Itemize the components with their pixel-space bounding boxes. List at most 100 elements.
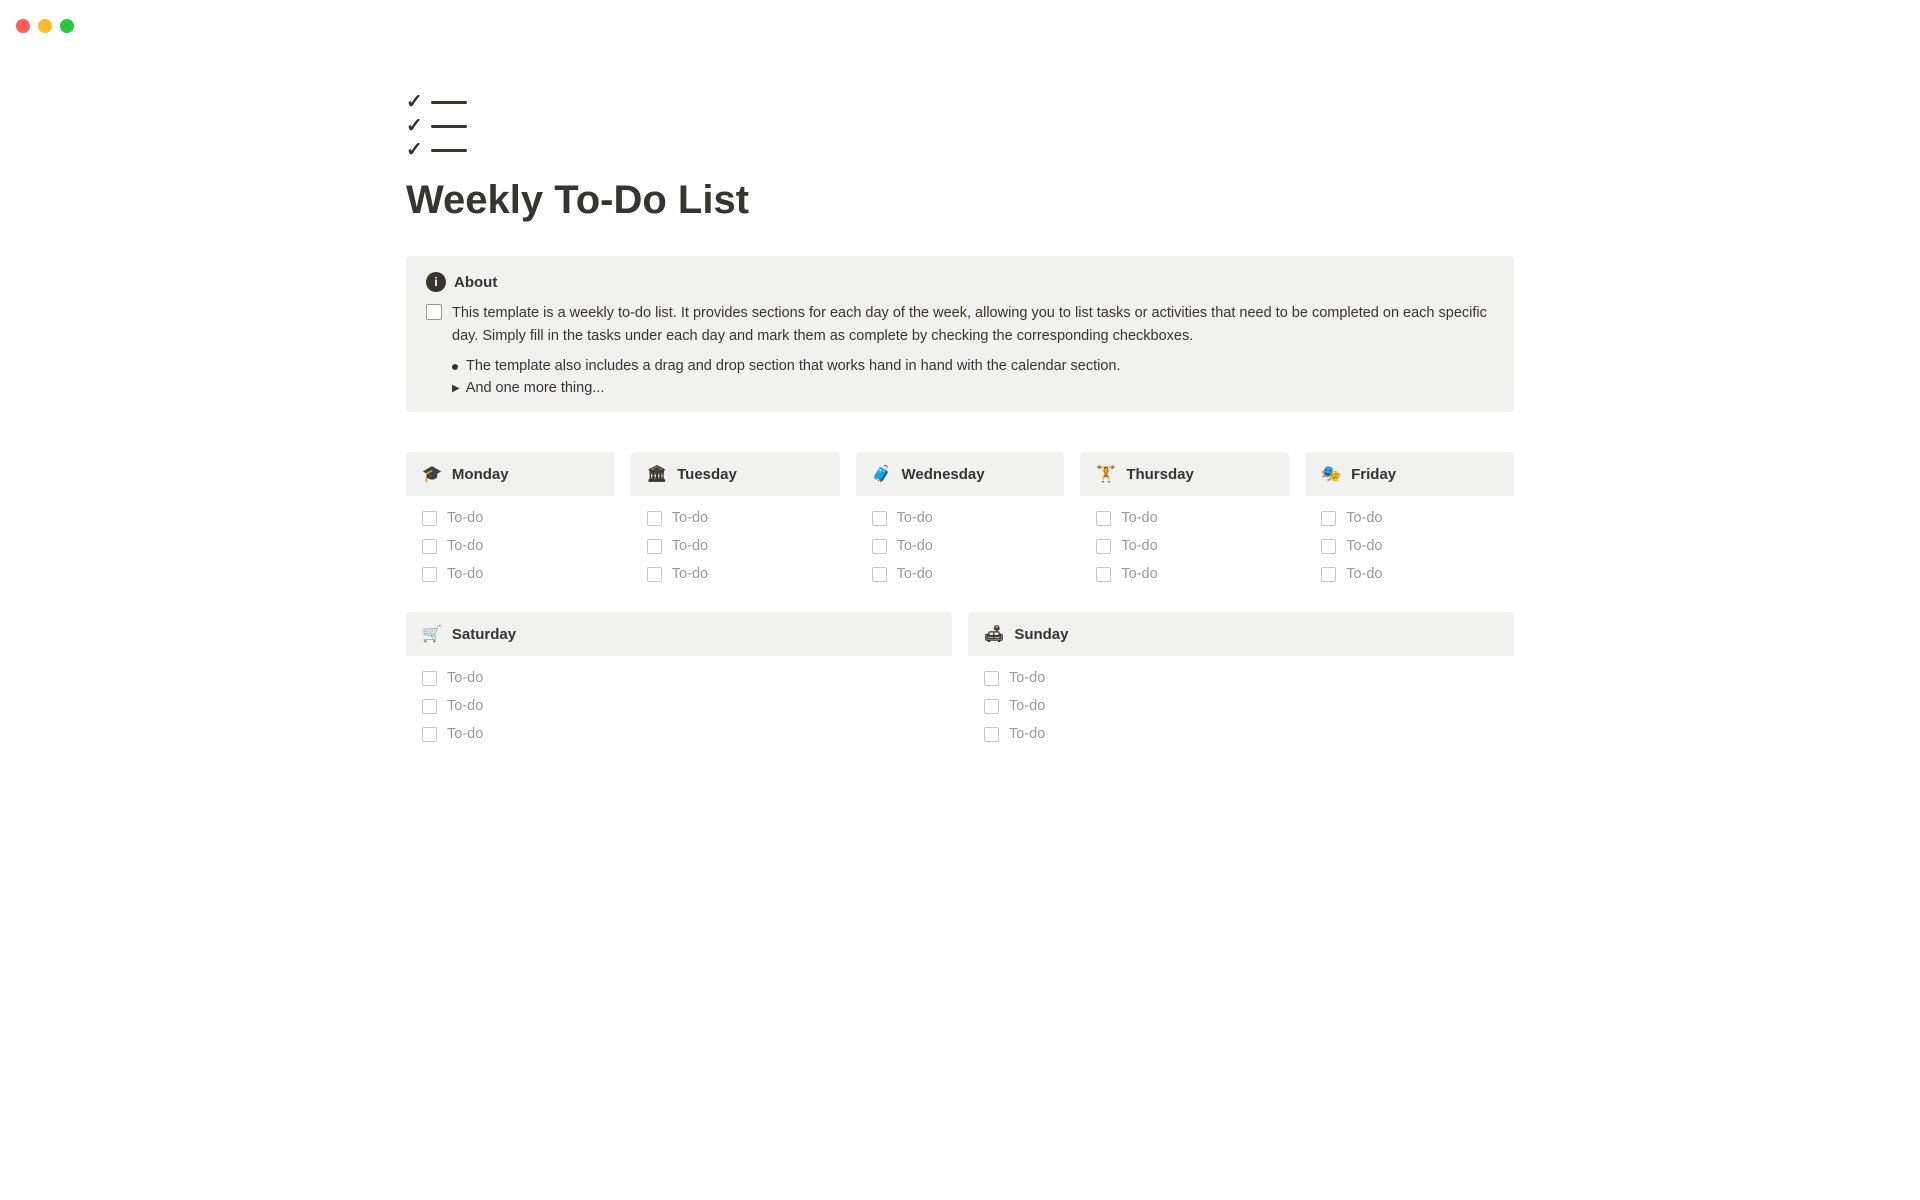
task-checkbox[interactable] [422,671,437,686]
task-label: To-do [672,566,708,582]
day-icon-wednesday: 🧳 [872,464,892,484]
days-grid-bottom: 🛒SaturdayTo-doTo-doTo-do🛋SundayTo-doTo-d… [406,612,1514,756]
task-checkbox[interactable] [1096,539,1111,554]
task-checkbox[interactable] [1321,539,1336,554]
task-checkbox[interactable] [984,671,999,686]
about-callout: i About This template is a weekly to-do … [406,256,1514,412]
task-row: To-do [406,560,615,588]
checkmark-3: ✓ [406,140,423,160]
day-card-thursday: 🏋ThursdayTo-doTo-doTo-do [1080,452,1289,596]
checkmark-1: ✓ [406,92,423,112]
day-icon-saturday: 🛒 [422,624,442,644]
about-checkbox[interactable] [426,304,442,320]
task-row: To-do [1080,504,1289,532]
info-icon: i [426,272,446,292]
task-label: To-do [1121,538,1157,554]
day-icon-friday: 🎭 [1321,464,1341,484]
task-checkbox[interactable] [422,511,437,526]
task-label: To-do [447,726,483,742]
page-icon: ✓ ✓ ✓ [406,92,1514,160]
day-icon-sunday: 🛋 [984,624,1004,644]
traffic-light-maximize[interactable] [60,19,74,33]
task-row: To-do [631,560,840,588]
page: ✓ ✓ ✓ Weekly To-Do List i About This tem… [310,52,1610,836]
titlebar [0,0,1920,52]
task-row: To-do [406,692,952,720]
page-title: Weekly To-Do List [406,176,1514,224]
task-row: To-do [406,664,952,692]
task-checkbox[interactable] [1321,567,1336,582]
task-checkbox[interactable] [422,727,437,742]
about-bullet-text: The template also includes a drag and dr… [466,358,1121,374]
task-row: To-do [1305,532,1514,560]
day-header-monday: 🎓Monday [406,452,615,496]
day-card-monday: 🎓Monday To-do To-do To-do [406,452,615,596]
task-checkbox[interactable] [1096,511,1111,526]
task-checkbox[interactable] [647,567,662,582]
day-tasks-wednesday: To-do To-do To-do [856,496,1065,596]
task-checkbox[interactable] [422,567,437,582]
task-row: To-do [856,560,1065,588]
task-label: To-do [672,510,708,526]
task-label: To-do [1346,538,1382,554]
day-tasks-saturday: To-doTo-doTo-do [406,656,952,756]
task-label: To-do [447,510,483,526]
day-icon-thursday: 🏋 [1096,464,1116,484]
day-header-friday: 🎭 Friday [1305,452,1514,496]
day-name-friday: Friday [1351,466,1396,483]
about-toggle[interactable]: ▶ And one more thing... [426,380,1494,396]
task-label: To-do [447,538,483,554]
task-checkbox[interactable] [984,727,999,742]
task-label: To-do [897,538,933,554]
day-tasks-sunday: To-do To-do To-do [968,656,1514,756]
task-checkbox[interactable] [1321,511,1336,526]
toggle-arrow-icon: ▶ [452,383,460,394]
bullet-dot [452,364,458,370]
day-tasks-thursday: To-doTo-doTo-do [1080,496,1289,596]
day-tasks-tuesday: To-doTo-doTo-do [631,496,840,596]
task-label: To-do [1346,510,1382,526]
icon-line-3 [431,149,467,152]
task-row: To-do [406,504,615,532]
task-label: To-do [1009,670,1045,686]
task-row: To-do [968,664,1514,692]
day-icon-tuesday: 🏛 [647,464,667,484]
traffic-light-minimize[interactable] [38,19,52,33]
task-label: To-do [1346,566,1382,582]
task-checkbox[interactable] [422,539,437,554]
day-card-friday: 🎭 Friday To-do To-do To-do [1305,452,1514,596]
days-grid-top: 🎓MondayTo-doTo-doTo-do🏛TuesdayTo-doTo-do… [406,452,1514,596]
day-name-wednesday: Wednesday [902,466,985,483]
task-row: To-do [406,532,615,560]
task-row: To-do [406,720,952,748]
about-description: This template is a weekly to-do list. It… [452,302,1494,348]
task-checkbox[interactable] [1096,567,1111,582]
day-name-tuesday: Tuesday [677,466,737,483]
task-checkbox[interactable] [647,539,662,554]
task-checkbox[interactable] [647,511,662,526]
task-label: To-do [1121,510,1157,526]
about-header: i About [426,272,1494,292]
day-name-thursday: Thursday [1126,466,1194,483]
task-row: To-do [968,692,1514,720]
checkmark-2: ✓ [406,116,423,136]
task-checkbox[interactable] [872,567,887,582]
about-title: About [454,274,497,291]
about-checkbox-row: This template is a weekly to-do list. It… [426,302,1494,348]
day-header-wednesday: 🧳 Wednesday [856,452,1065,496]
task-label: To-do [897,510,933,526]
icon-line-2 [431,125,467,128]
task-row: To-do [968,720,1514,748]
day-name-saturday: Saturday [452,626,516,643]
task-label: To-do [1009,698,1045,714]
task-checkbox[interactable] [872,539,887,554]
task-row: To-do [856,504,1065,532]
task-checkbox[interactable] [422,699,437,714]
task-checkbox[interactable] [984,699,999,714]
day-tasks-friday: To-do To-do To-do [1305,496,1514,596]
icon-line-1 [431,101,467,104]
traffic-light-close[interactable] [16,19,30,33]
task-label: To-do [897,566,933,582]
task-row: To-do [631,504,840,532]
task-checkbox[interactable] [872,511,887,526]
